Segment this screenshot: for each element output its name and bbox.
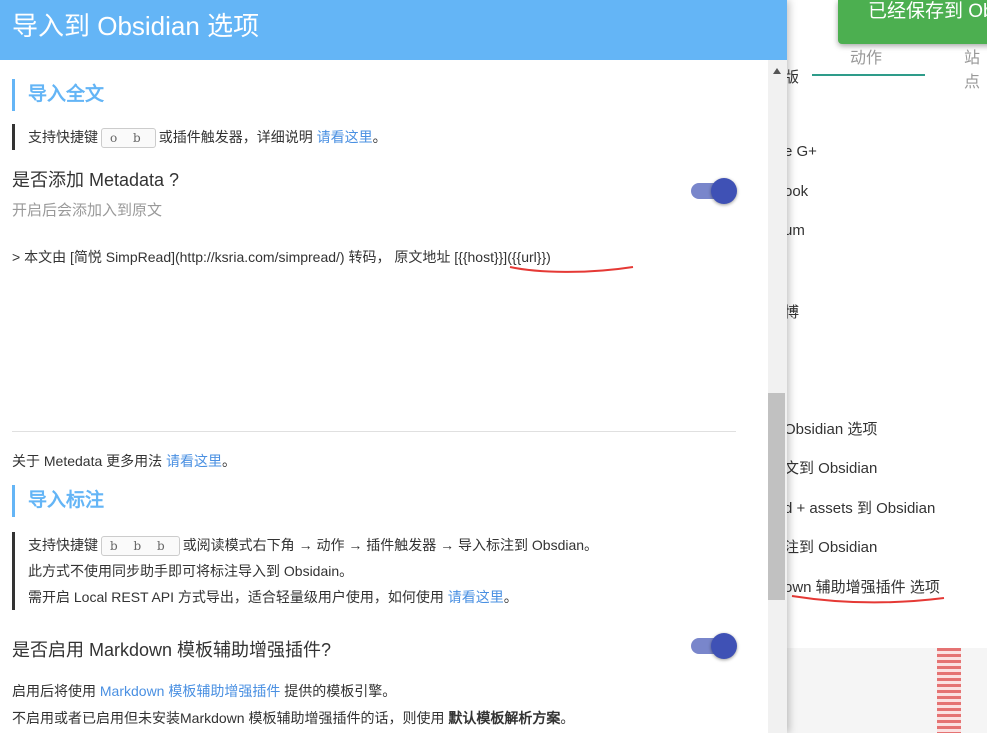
section-title-import-annotations: 导入标注 (12, 485, 104, 517)
bg-menu-item[interactable]: 文到 Obsidian (784, 457, 877, 478)
desc-bold-text: 默认模板解析方案 (448, 710, 561, 726)
markdown-desc-line2: 不启用或者已启用但未安装Markdown 模板辅助增强插件的话，则使用 默认模板… (12, 708, 574, 728)
hint-quote: 支持快捷键 o b 或插件触发器，详细说明 请看这里。 (12, 124, 387, 150)
markdown-option-label: 是否启用 Markdown 模板辅助增强插件? (12, 640, 332, 660)
bg-menu-item[interactable]: d + assets 到 Obsidian (784, 497, 935, 518)
metadata-option-desc: 开启后会添加入到原文 (12, 202, 163, 219)
scroll-up-arrow-icon[interactable] (773, 68, 781, 74)
scrollbar[interactable] (768, 60, 787, 733)
hint-line: 需开启 Local REST API 方式导出，适合轻量级用户使用，如何使用 请… (28, 584, 598, 610)
saved-toast: 已经保存到 Ob (838, 0, 987, 44)
tab-actions[interactable]: 动作 (850, 44, 882, 68)
markdown-toggle[interactable] (691, 633, 737, 659)
bg-menu-item[interactable]: Obsidian 选项 (784, 418, 877, 439)
hint-text: 支持快捷键 (28, 129, 98, 145)
hint-line: 此方式不使用同步助手即可将标注导入到 Obsidain。 (28, 563, 354, 579)
section-title-import-full: 导入全文 (12, 79, 104, 111)
obsidian-options-dialog: 导入到 Obsidian 选项 导入全文 支持快捷键 o b 或插件触发器，详细说明… (0, 0, 787, 733)
toggle-knob (711, 178, 737, 204)
shortcut-key: b b b (101, 536, 180, 556)
help-link[interactable]: 请看这里 (317, 129, 373, 145)
bg-menu-item[interactable]: um (784, 222, 805, 239)
dialog-content: 导入全文 支持快捷键 o b 或插件触发器，详细说明 请看这里。 是否添加 Meta… (0, 60, 768, 733)
hint-line: 支持快捷键 b b b 或阅读模式右下角 → 动作 → 插件触发器 → 导入标注到 … (28, 532, 598, 558)
toast-text: 已经保存到 Ob (868, 1, 987, 22)
desc-text: 启用后将使用 (12, 683, 96, 699)
hint-text: 或阅读模式右下角 → 动作 → 插件触发器 → 导入标注到 Obsdian。 (182, 537, 599, 553)
more-text: 关于 Metedata 更多用法 (12, 453, 163, 469)
dialog-title: 导入到 Obsidian 选项 (12, 11, 260, 41)
toggle-knob (711, 633, 737, 659)
help-link[interactable]: 请看这里 (166, 453, 222, 469)
bg-menu-item[interactable]: own 辅助增强插件 选项 (784, 576, 940, 597)
markdown-desc-line1: 启用后将使用 Markdown 模板辅助增强插件 提供的模板引擎。 (12, 681, 396, 701)
annotation-hint-quote: 支持快捷键 b b b 或阅读模式右下角 → 动作 → 插件触发器 → 导入标注到 … (12, 532, 598, 610)
hint-text: 或插件触发器，详细说明 (158, 129, 313, 145)
bg-menu-item[interactable]: 注到 Obsidian (784, 536, 877, 557)
hint-text: 。 (503, 589, 518, 605)
metadata-option-label: 是否添加 Metadata ? (12, 170, 180, 190)
metadata-more-text: 关于 Metedata 更多用法 请看这里。 (12, 451, 236, 471)
background-striped-strip (937, 648, 961, 733)
scrollbar-thumb[interactable] (768, 393, 785, 600)
hint-text: 。 (372, 129, 387, 145)
dialog-header: 导入到 Obsidian 选项 (0, 0, 787, 60)
background-actions-panel: 动作 站点 版 e G+ ook um 博 Obsidian 选项 文到 Obs… (760, 0, 987, 648)
desc-text: 提供的模板引擎。 (284, 683, 397, 699)
shortcut-key: o b (101, 128, 156, 148)
divider (12, 431, 736, 432)
bg-menu-item[interactable]: e G+ (784, 143, 817, 160)
tab-site[interactable]: 站点 (964, 44, 987, 92)
markdown-plugin-link[interactable]: Markdown 模板辅助增强插件 (100, 683, 280, 699)
desc-text: 不启用或者已启用但未安装Markdown 模板辅助增强插件的话，则使用 (12, 710, 445, 726)
metadata-template-text[interactable]: > 本文由 [简悦 SimpRead](http://ksria.com/sim… (12, 247, 551, 267)
hint-text: 需开启 Local REST API 方式导出，适合轻量级用户使用，如何使用 (28, 589, 444, 605)
desc-text: 。 (560, 710, 575, 726)
tab-indicator (812, 74, 925, 76)
hint-text: 支持快捷键 (28, 537, 98, 553)
bg-menu-item[interactable]: ook (784, 183, 808, 200)
more-text: 。 (222, 453, 237, 469)
metadata-toggle[interactable] (691, 178, 737, 204)
help-link[interactable]: 请看这里 (448, 589, 504, 605)
